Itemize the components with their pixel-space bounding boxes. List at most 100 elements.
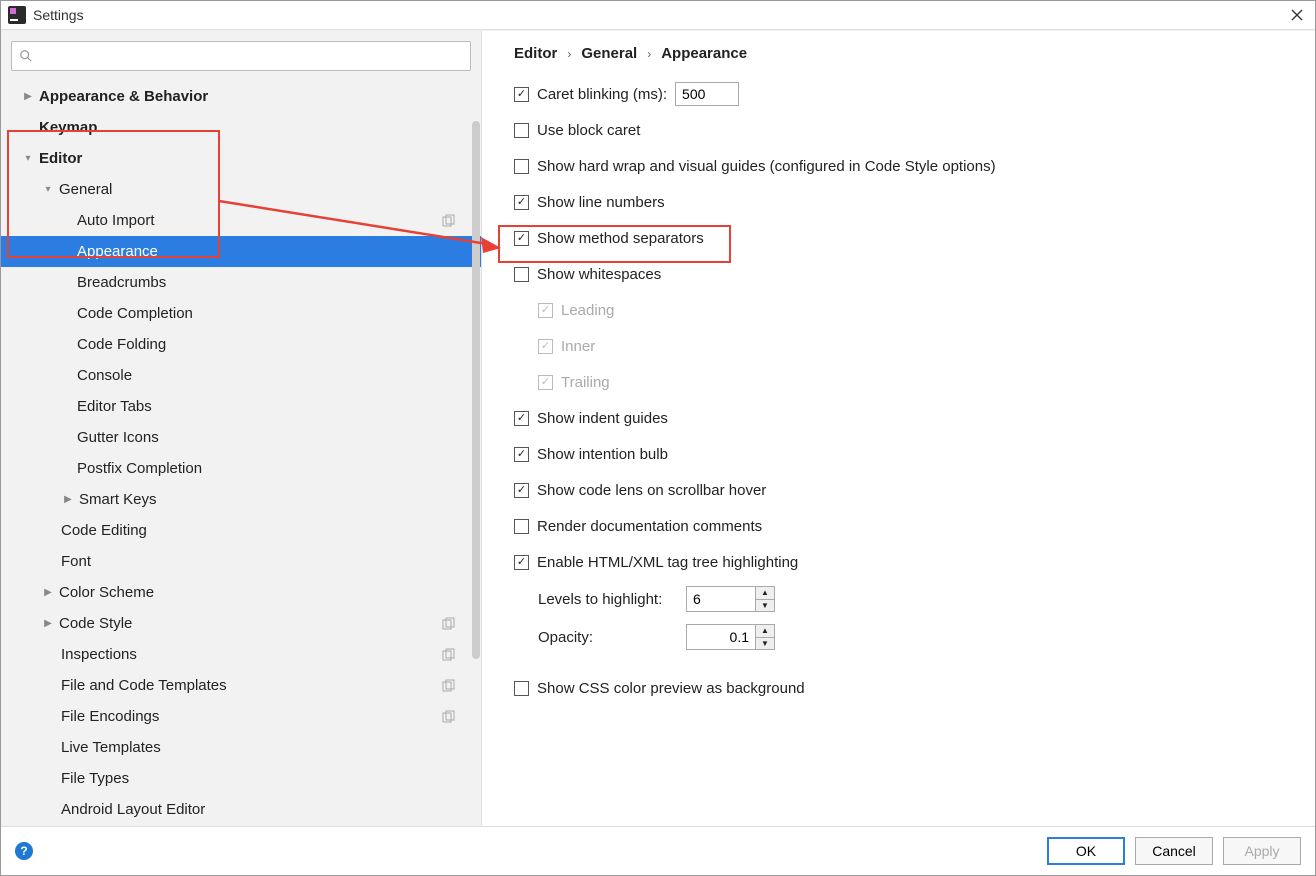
tree-item-color-scheme[interactable]: ▶Color Scheme [1, 577, 481, 608]
main-panel: Editor › General › Appearance ✓ Caret bl… [482, 31, 1315, 826]
chevron-right-icon: ▶ [41, 587, 55, 598]
tree-item-general[interactable]: ▾General [1, 174, 481, 205]
search-icon [18, 48, 34, 64]
per-project-icon [441, 648, 455, 662]
per-project-icon [441, 679, 455, 693]
crumb-general[interactable]: General [581, 45, 637, 62]
label-caret-blinking: Caret blinking (ms): [537, 86, 667, 103]
option-opacity: Opacity: ▲ ▼ [514, 618, 1295, 656]
dialog-footer: ? OK Cancel Apply [1, 826, 1315, 875]
spinner-up[interactable]: ▲ [756, 625, 774, 638]
checkbox-inner: ✓ [538, 339, 553, 354]
tree-item-code-editing[interactable]: Code Editing [1, 515, 481, 546]
chevron-right-icon: › [567, 47, 571, 61]
option-trailing: ✓ Trailing [514, 364, 1295, 400]
tree-item-file-encodings[interactable]: File Encodings [1, 701, 481, 732]
option-render-doc: Render documentation comments [514, 508, 1295, 544]
option-show-code-lens: ✓ Show code lens on scrollbar hover [514, 472, 1295, 508]
ok-button[interactable]: OK [1047, 837, 1125, 865]
tree-item-file-code-templates[interactable]: File and Code Templates [1, 670, 481, 701]
titlebar: Settings [1, 1, 1315, 30]
tree-item-font[interactable]: Font [1, 546, 481, 577]
option-show-whitespaces: Show whitespaces [514, 256, 1295, 292]
input-opacity[interactable] [686, 624, 756, 650]
spinner-up[interactable]: ▲ [756, 587, 774, 600]
tree-item-code-folding[interactable]: Code Folding [1, 329, 481, 360]
spinner-down[interactable]: ▼ [756, 600, 774, 612]
option-show-css-color: Show CSS color preview as background [514, 670, 1295, 706]
checkbox-show-code-lens[interactable]: ✓ [514, 483, 529, 498]
tree-item-keymap[interactable]: Keymap [1, 112, 481, 143]
input-levels-to-highlight[interactable] [686, 586, 756, 612]
chevron-down-icon: ▾ [41, 184, 55, 195]
checkbox-show-line-numbers[interactable]: ✓ [514, 195, 529, 210]
checkbox-show-method-separators[interactable]: ✓ [514, 231, 529, 246]
option-show-indent-guides: ✓ Show indent guides [514, 400, 1295, 436]
input-caret-blinking-ms[interactable] [675, 82, 739, 106]
tree-item-android-layout-editor[interactable]: Android Layout Editor [1, 794, 481, 825]
chevron-right-icon: ▶ [61, 494, 75, 505]
dialog-body: ▶Appearance & Behavior Keymap ▾Editor ▾G… [1, 30, 1315, 826]
tree-item-code-style[interactable]: ▶Code Style [1, 608, 481, 639]
option-show-line-numbers: ✓ Show line numbers [514, 184, 1295, 220]
breadcrumb: Editor › General › Appearance [482, 31, 1315, 72]
app-icon [7, 5, 27, 25]
checkbox-leading: ✓ [538, 303, 553, 318]
option-caret-blinking: ✓ Caret blinking (ms): [514, 76, 1295, 112]
tree-item-file-types[interactable]: File Types [1, 763, 481, 794]
tree-item-code-completion[interactable]: Code Completion [1, 298, 481, 329]
spinner-levels: ▲ ▼ [686, 586, 775, 612]
option-show-hard-wrap: Show hard wrap and visual guides (config… [514, 148, 1295, 184]
per-project-icon [441, 214, 455, 228]
sidebar: ▶Appearance & Behavior Keymap ▾Editor ▾G… [1, 31, 482, 826]
tree-item-inspections[interactable]: Inspections [1, 639, 481, 670]
tree-item-appearance[interactable]: Appearance [1, 236, 481, 267]
checkbox-enable-html-xml[interactable]: ✓ [514, 555, 529, 570]
option-inner: ✓ Inner [514, 328, 1295, 364]
tree-item-gutter-icons[interactable]: Gutter Icons [1, 422, 481, 453]
option-use-block-caret: Use block caret [514, 112, 1295, 148]
checkbox-caret-blinking[interactable]: ✓ [514, 87, 529, 102]
help-button[interactable]: ? [15, 842, 33, 860]
checkbox-trailing: ✓ [538, 375, 553, 390]
per-project-icon [441, 710, 455, 724]
crumb-editor[interactable]: Editor [514, 45, 557, 62]
tree-item-console[interactable]: Console [1, 360, 481, 391]
scrollbar-thumb[interactable] [472, 121, 480, 659]
checkbox-show-whitespaces[interactable] [514, 267, 529, 282]
tree-item-editor-tabs[interactable]: Editor Tabs [1, 391, 481, 422]
settings-dialog: Settings ▶Appearance & Behavior Keymap ▾… [0, 0, 1316, 876]
settings-tree[interactable]: ▶Appearance & Behavior Keymap ▾Editor ▾G… [1, 77, 481, 826]
tree-item-editor[interactable]: ▾Editor [1, 143, 481, 174]
option-show-method-separators: ✓ Show method separators [514, 220, 1295, 256]
option-enable-html-xml: ✓ Enable HTML/XML tag tree highlighting [514, 544, 1295, 580]
search-input[interactable] [38, 48, 470, 64]
checkbox-use-block-caret[interactable] [514, 123, 529, 138]
tree-item-breadcrumbs[interactable]: Breadcrumbs [1, 267, 481, 298]
checkbox-render-doc[interactable] [514, 519, 529, 534]
tree-item-postfix-completion[interactable]: Postfix Completion [1, 453, 481, 484]
search-input-wrap [11, 41, 471, 71]
checkbox-show-hard-wrap[interactable] [514, 159, 529, 174]
checkbox-show-indent-guides[interactable]: ✓ [514, 411, 529, 426]
checkbox-show-intention-bulb[interactable]: ✓ [514, 447, 529, 462]
cancel-button[interactable]: Cancel [1135, 837, 1213, 865]
crumb-appearance: Appearance [661, 45, 747, 62]
tree-item-live-templates[interactable]: Live Templates [1, 732, 481, 763]
spinner-down[interactable]: ▼ [756, 638, 774, 650]
spinner-opacity: ▲ ▼ [686, 624, 775, 650]
option-show-intention-bulb: ✓ Show intention bulb [514, 436, 1295, 472]
chevron-right-icon: ▶ [41, 618, 55, 629]
option-levels-to-highlight: Levels to highlight: ▲ ▼ [514, 580, 1295, 618]
tree-item-smart-keys[interactable]: ▶Smart Keys [1, 484, 481, 515]
tree-item-appearance-behavior[interactable]: ▶Appearance & Behavior [1, 81, 481, 112]
options-panel: ✓ Caret blinking (ms): Use block caret S… [482, 72, 1315, 716]
chevron-down-icon: ▾ [21, 153, 35, 164]
option-leading: ✓ Leading [514, 292, 1295, 328]
per-project-icon [441, 617, 455, 631]
tree-item-auto-import[interactable]: Auto Import [1, 205, 481, 236]
window-title: Settings [33, 7, 84, 23]
apply-button: Apply [1223, 837, 1301, 865]
close-button[interactable] [1287, 5, 1307, 25]
checkbox-show-css-color[interactable] [514, 681, 529, 696]
